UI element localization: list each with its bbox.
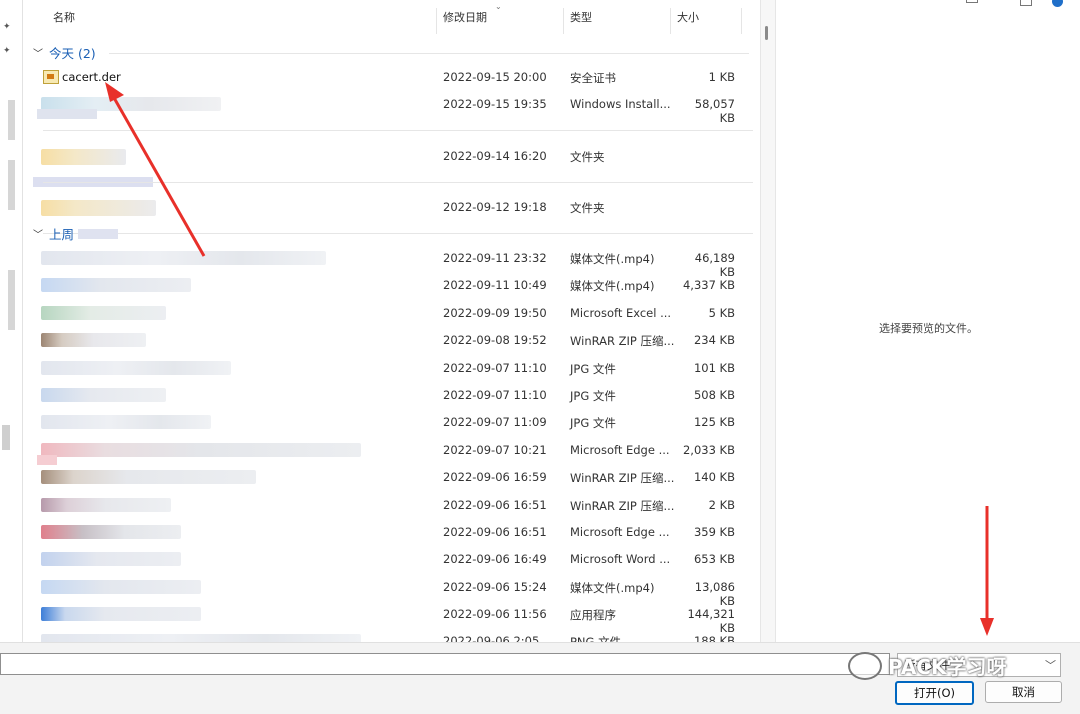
annotation-arrow-head (105, 82, 124, 102)
annotation-arrow-line (111, 95, 206, 257)
annotation-overlay (105, 82, 994, 636)
annotation-arrow-head (980, 618, 994, 636)
